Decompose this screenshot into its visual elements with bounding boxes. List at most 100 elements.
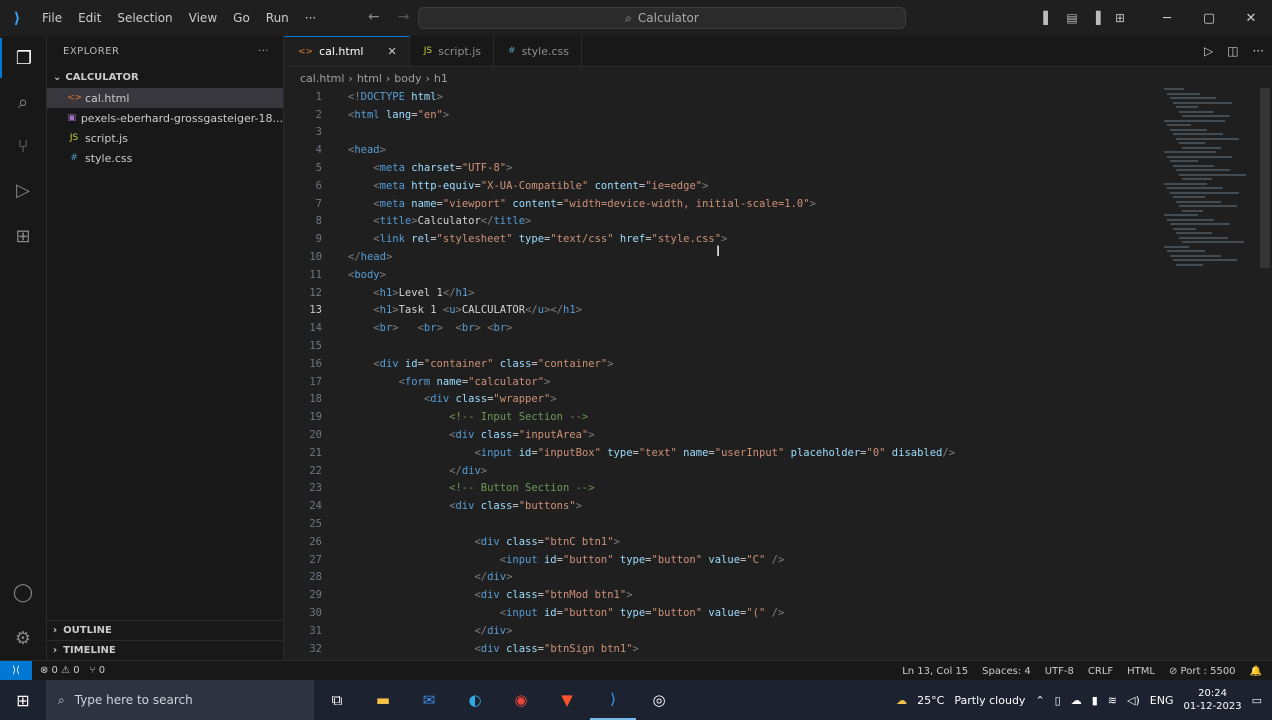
code-line[interactable]: 22 </div>: [284, 462, 1154, 480]
cursor-position[interactable]: Ln 13, Col 15: [902, 666, 968, 677]
weather-icon[interactable]: ☁: [896, 694, 907, 707]
code-line[interactable]: 7 <meta name="viewport" content="width=d…: [284, 195, 1154, 213]
toggle-primary-sidebar-icon[interactable]: ▌: [1036, 11, 1060, 25]
code-line[interactable]: 26 <div class="btnC btn1">: [284, 533, 1154, 551]
minimap[interactable]: [1158, 88, 1258, 278]
clock[interactable]: 20:24 01-12-2023: [1183, 687, 1241, 713]
indentation[interactable]: Spaces: 4: [982, 666, 1031, 677]
menu-item[interactable]: Go: [225, 11, 258, 25]
end-of-line[interactable]: CRLF: [1088, 666, 1113, 677]
remote-indicator-icon[interactable]: ⟩⟨: [0, 660, 32, 681]
windows-start-icon[interactable]: ⊞: [0, 680, 46, 720]
language-indicator[interactable]: ENG: [1150, 694, 1174, 707]
code-line[interactable]: 8 <title>Calculator</title>: [284, 213, 1154, 231]
menu-item[interactable]: ···: [297, 11, 324, 25]
menu-item[interactable]: Edit: [70, 11, 109, 25]
app-taskbar-icon[interactable]: ◎: [636, 680, 682, 720]
weather-text[interactable]: Partly cloudy: [954, 694, 1025, 707]
code-line[interactable]: 30 <input id="button" type="button" valu…: [284, 604, 1154, 622]
chevron-up-icon[interactable]: ⌃: [1035, 694, 1044, 707]
file-item[interactable]: <> cal.html: [47, 88, 283, 108]
live-server-port[interactable]: ⊘ Port : 5500: [1169, 666, 1236, 677]
code-line[interactable]: 5 <meta charset="UTF-8">: [284, 159, 1154, 177]
code-line[interactable]: 4 <head>: [284, 141, 1154, 159]
breadcrumb-item[interactable]: html: [357, 72, 382, 85]
code-line[interactable]: 19 <!-- Input Section -->: [284, 408, 1154, 426]
notification-center-icon[interactable]: ▭: [1252, 694, 1262, 707]
code-line[interactable]: 13 <h1>Task 1 <u>CALCULATOR</u></h1>: [284, 302, 1154, 320]
code-line[interactable]: 28 </div>: [284, 569, 1154, 587]
editor-tab[interactable]: # style.css: [494, 36, 582, 66]
code-line[interactable]: 27 <input id="button" type="button" valu…: [284, 551, 1154, 569]
search-icon[interactable]: ⌕: [0, 82, 46, 122]
code-line[interactable]: 2 <html lang="en">: [284, 106, 1154, 124]
outline-section[interactable]: › OUTLINE: [47, 620, 283, 640]
folder-calculator[interactable]: ⌄ CALCULATOR: [47, 66, 283, 88]
code-line[interactable]: 1 <!DOCTYPE html>: [284, 88, 1154, 106]
back-arrow-icon[interactable]: ←: [368, 9, 380, 25]
taskbar-search[interactable]: ⌕ Type here to search: [46, 680, 314, 720]
extensions-icon[interactable]: ⊞: [0, 216, 46, 256]
customize-layout-icon[interactable]: ⊞: [1108, 11, 1132, 25]
mail-icon[interactable]: ✉: [406, 680, 452, 720]
editor-tab[interactable]: JS script.js: [410, 36, 495, 66]
encoding[interactable]: UTF-8: [1045, 666, 1074, 677]
breadcrumb-item[interactable]: cal.html: [300, 72, 344, 85]
maximize-button[interactable]: ▢: [1188, 11, 1230, 26]
run-icon[interactable]: ▷: [1204, 44, 1213, 58]
code-line[interactable]: 14 <br> <br> <br> <br>: [284, 319, 1154, 337]
code-line[interactable]: 18 <div class="wrapper">: [284, 391, 1154, 409]
code-line[interactable]: 17 <form name="calculator">: [284, 373, 1154, 391]
more-actions-icon[interactable]: ···: [258, 46, 269, 57]
file-explorer-icon[interactable]: ▬: [360, 680, 406, 720]
code-line[interactable]: 23 <!-- Button Section -->: [284, 480, 1154, 498]
volume-icon[interactable]: ◁): [1127, 694, 1140, 707]
wifi-icon[interactable]: ≋: [1108, 694, 1117, 707]
notifications-bell-icon[interactable]: 🔔: [1250, 666, 1262, 677]
settings-gear-icon[interactable]: ⚙: [0, 618, 46, 658]
file-item[interactable]: JS script.js: [47, 128, 283, 148]
source-control-icon[interactable]: ⑂: [0, 126, 46, 166]
menu-item[interactable]: Run: [258, 11, 297, 25]
toggle-panel-icon[interactable]: ▤: [1060, 11, 1084, 25]
close-tab-icon[interactable]: ✕: [388, 45, 397, 58]
explorer-icon[interactable]: ❐: [0, 38, 46, 78]
task-view-icon[interactable]: ⧉: [314, 680, 360, 720]
menu-item[interactable]: Selection: [109, 11, 180, 25]
code-line[interactable]: 6 <meta http-equiv="X-UA-Compatible" con…: [284, 177, 1154, 195]
scrollbar-thumb[interactable]: [1260, 88, 1270, 268]
code-line[interactable]: 24 <div class="buttons">: [284, 497, 1154, 515]
menu-item[interactable]: View: [181, 11, 225, 25]
code-line[interactable]: 3: [284, 124, 1154, 142]
code-line[interactable]: 31 </div>: [284, 622, 1154, 640]
code-line[interactable]: 21 <input id="inputBox" type="text" name…: [284, 444, 1154, 462]
brave-browser-icon[interactable]: ▼: [544, 680, 590, 720]
code-line[interactable]: 16 <div id="container" class="container"…: [284, 355, 1154, 373]
ports-count[interactable]: ⑂ 0: [90, 665, 106, 676]
more-actions-icon[interactable]: ···: [1253, 44, 1264, 58]
account-icon[interactable]: ◯: [0, 572, 46, 612]
cloud-icon[interactable]: ☁: [1071, 694, 1082, 707]
editor-tab[interactable]: <> cal.html ✕: [284, 36, 410, 66]
breadcrumb-item[interactable]: body: [394, 72, 421, 85]
menu-item[interactable]: File: [34, 11, 70, 25]
command-center-search[interactable]: ⌕ Calculator: [418, 7, 906, 29]
vscode-taskbar-icon[interactable]: ⟩: [590, 680, 636, 720]
language-mode[interactable]: HTML: [1127, 666, 1155, 677]
code-editor[interactable]: 1 <!DOCTYPE html> 2 <html lang="en"> 3 4 <head…: [284, 88, 1154, 660]
code-line[interactable]: 29 <div class="btnMod btn1">: [284, 586, 1154, 604]
split-editor-icon[interactable]: ◫: [1227, 44, 1238, 58]
toggle-secondary-sidebar-icon[interactable]: ▐: [1084, 11, 1108, 25]
code-line[interactable]: 32 <div class="btnSign btn1">: [284, 640, 1154, 658]
battery-icon[interactable]: ▮: [1092, 694, 1098, 707]
problems-count[interactable]: ⊗ 0 ⚠ 0: [40, 665, 80, 676]
edge-browser-icon[interactable]: ◐: [452, 680, 498, 720]
code-line[interactable]: 20 <div class="inputArea">: [284, 426, 1154, 444]
code-line[interactable]: 25: [284, 515, 1154, 533]
network-icon[interactable]: ▯: [1055, 694, 1061, 707]
timeline-section[interactable]: › TIMELINE: [47, 640, 283, 660]
forward-arrow-icon[interactable]: →: [398, 9, 410, 25]
file-item[interactable]: ▣ pexels-eberhard-grossgasteiger-18...: [47, 108, 283, 128]
breadcrumb-item[interactable]: h1: [434, 72, 448, 85]
code-line[interactable]: 11 <body>: [284, 266, 1154, 284]
